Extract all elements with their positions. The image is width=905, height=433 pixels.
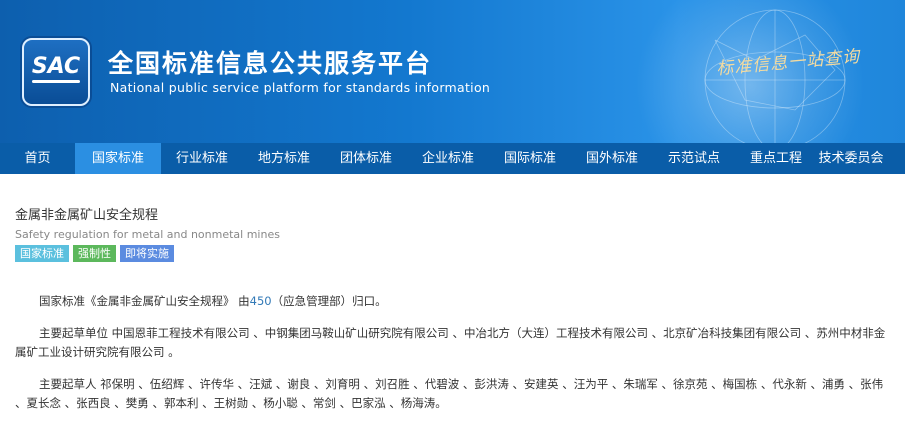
logo-text: SAC <box>31 54 81 79</box>
nav-item-international[interactable]: 国际标准 <box>489 143 571 174</box>
nav-item-national[interactable]: 国家标准 <box>75 143 161 174</box>
responsible-committee-paragraph: 国家标准《金属非金属矿山安全规程》 由450（应急管理部）归口。 <box>15 292 890 311</box>
nav-item-foreign[interactable]: 国外标准 <box>571 143 653 174</box>
main-nav: 首页 国家标准 行业标准 地方标准 团体标准 企业标准 国际标准 国外标准 示范… <box>0 143 905 174</box>
tag-mandatory: 强制性 <box>73 245 116 262</box>
site-title: 全国标准信息公共服务平台 <box>108 49 433 78</box>
nav-item-key-projects[interactable]: 重点工程 <box>735 143 817 174</box>
standard-title: 金属非金属矿山安全规程 <box>15 208 159 223</box>
nav-item-home[interactable]: 首页 <box>0 143 75 174</box>
nav-item-industry[interactable]: 行业标准 <box>161 143 243 174</box>
drafting-units-paragraph: 主要起草单位 中国恩菲工程技术有限公司 、中钢集团马鞍山矿山研究院有限公司 、中… <box>15 326 886 359</box>
nav-item-enterprise[interactable]: 企业标准 <box>407 143 489 174</box>
nav-item-tech-committee[interactable]: 技术委员会 <box>817 143 885 174</box>
standard-title-en: Safety regulation for metal and nonmetal… <box>15 228 280 241</box>
site-subtitle: National public service platform for sta… <box>110 80 491 95</box>
standard-tags: 国家标准 强制性 即将实施 <box>15 245 890 262</box>
nav-item-group[interactable]: 团体标准 <box>325 143 407 174</box>
nav-item-pilot[interactable]: 示范试点 <box>653 143 735 174</box>
site-header: SAC 全国标准信息公共服务平台 National public service… <box>0 0 905 143</box>
tc-code-link[interactable]: 450 <box>250 294 272 308</box>
standard-detail: 金属非金属矿山安全规程 Safety regulation for metal … <box>0 204 905 413</box>
drafters-paragraph: 主要起草人 祁保明 、伍绍辉 、许传华 、汪斌 、谢良 、刘育明 、刘召胜 、代… <box>15 377 884 410</box>
sac-logo[interactable]: SAC <box>22 38 90 106</box>
logo-bar <box>32 80 80 83</box>
committee-suffix: （应急管理部）归口。 <box>271 294 387 308</box>
tag-national-standard: 国家标准 <box>15 245 69 262</box>
committee-prefix: 国家标准《金属非金属矿山安全规程》 由 <box>39 294 250 308</box>
nav-item-local[interactable]: 地方标准 <box>243 143 325 174</box>
tag-upcoming: 即将实施 <box>120 245 174 262</box>
